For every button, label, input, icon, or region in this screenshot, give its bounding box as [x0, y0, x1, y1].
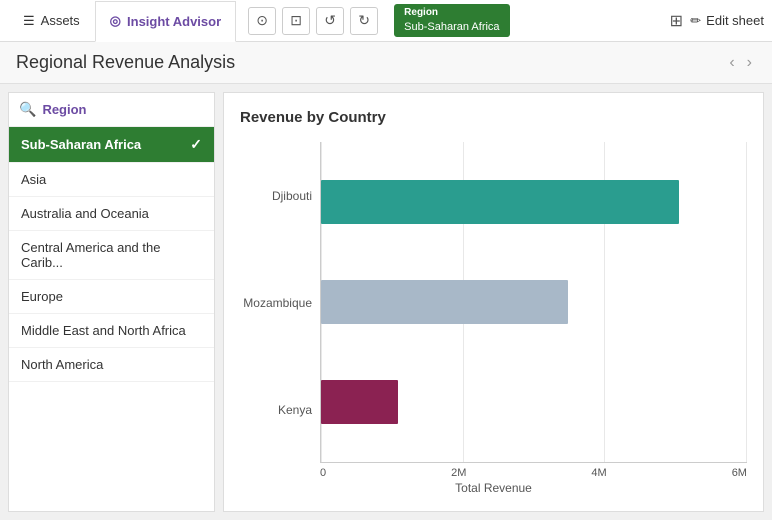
top-nav: ☰ Assets ◎ Insight Advisor ⊙ ⊡ ↺ ↻ Regio…: [0, 0, 772, 42]
sidebar-item-middle-east[interactable]: Middle East and North Africa: [9, 314, 214, 348]
page-title-bar: Regional Revenue Analysis ‹ ›: [0, 42, 772, 84]
x-axis-labels: 0 2M 4M 6M: [320, 467, 747, 479]
main-content: 🔍 Region Sub-Saharan Africa ✓ Asia Austr…: [0, 84, 772, 520]
bar-mozambique: [321, 280, 568, 324]
sidebar-item-label: Asia: [21, 172, 46, 187]
bars-wrapper: [321, 142, 747, 462]
region-badge: Region Sub-Saharan Africa: [394, 4, 509, 37]
prev-page-button[interactable]: ‹: [725, 54, 738, 72]
sidebar-item-label: Australia and Oceania: [21, 206, 149, 221]
bar-row-mozambique: [321, 276, 747, 328]
edit-icon: ✏: [690, 13, 701, 29]
y-label-djibouti: Djibouti: [240, 189, 312, 203]
insight-advisor-label: Insight Advisor: [127, 14, 221, 29]
check-icon: ✓: [190, 136, 202, 153]
page-title: Regional Revenue Analysis: [16, 52, 235, 73]
undo-icon-btn[interactable]: ↺: [316, 7, 344, 35]
tab-assets[interactable]: ☰ Assets: [8, 0, 95, 41]
sidebar-item-australia[interactable]: Australia and Oceania: [9, 197, 214, 231]
sidebar-list: Sub-Saharan Africa ✓ Asia Australia and …: [9, 127, 214, 511]
bar-row-djibouti: [321, 176, 747, 228]
sidebar: 🔍 Region Sub-Saharan Africa ✓ Asia Austr…: [8, 92, 215, 512]
x-axis-title: Total Revenue: [240, 481, 747, 495]
insight-advisor-icon: ◎: [110, 13, 121, 29]
bars-area: [320, 142, 747, 463]
sidebar-item-label: Europe: [21, 289, 63, 304]
sidebar-item-label: Central America and the Carib...: [21, 240, 202, 270]
select-icon-btn[interactable]: ⊡: [282, 7, 310, 35]
sidebar-search: 🔍 Region: [9, 93, 214, 127]
x-label-2m: 2M: [451, 467, 466, 479]
sidebar-item-europe[interactable]: Europe: [9, 280, 214, 314]
grid-icon-btn[interactable]: ⊞: [662, 7, 690, 35]
region-badge-label: Region: [404, 6, 499, 20]
sidebar-item-central-america[interactable]: Central America and the Carib...: [9, 231, 214, 280]
assets-label: Assets: [41, 13, 80, 28]
sidebar-item-label: Sub-Saharan Africa: [21, 137, 141, 152]
search-icon: 🔍: [19, 101, 36, 118]
next-page-button[interactable]: ›: [743, 54, 756, 72]
tab-insight-advisor[interactable]: ◎ Insight Advisor: [95, 1, 236, 42]
x-label-0: 0: [320, 467, 326, 479]
page-nav-arrows: ‹ ›: [725, 54, 756, 72]
sidebar-item-label: North America: [21, 357, 103, 372]
redo-icon-btn[interactable]: ↻: [350, 7, 378, 35]
bar-row-kenya: [321, 376, 747, 428]
chart-body: Djibouti Mozambique Kenya: [240, 142, 747, 463]
chart-area: Revenue by Country Djibouti Mozambique K…: [223, 92, 764, 512]
x-label-4m: 4M: [591, 467, 606, 479]
edit-sheet-button[interactable]: ✏ Edit sheet: [690, 13, 764, 29]
x-label-6m: 6M: [732, 467, 747, 479]
chart-title: Revenue by Country: [240, 109, 747, 126]
sidebar-item-asia[interactable]: Asia: [9, 163, 214, 197]
y-label-mozambique: Mozambique: [240, 296, 312, 310]
x-axis-area: 0 2M 4M 6M: [240, 467, 747, 479]
bar-kenya: [321, 380, 398, 424]
sidebar-item-label: Middle East and North Africa: [21, 323, 186, 338]
y-axis-labels: Djibouti Mozambique Kenya: [240, 142, 320, 463]
region-badge-value: Sub-Saharan Africa: [404, 20, 499, 35]
zoom-icon-btn[interactable]: ⊙: [248, 7, 276, 35]
sidebar-item-north-america[interactable]: North America: [9, 348, 214, 382]
nav-toolbar-icons: ⊙ ⊡ ↺ ↻: [248, 7, 378, 35]
assets-icon: ☰: [23, 13, 35, 29]
edit-sheet-label: Edit sheet: [706, 13, 764, 28]
sidebar-search-label: Region: [42, 102, 86, 117]
sidebar-item-sub-saharan-africa[interactable]: Sub-Saharan Africa ✓: [9, 127, 214, 163]
bar-djibouti: [321, 180, 679, 224]
y-label-kenya: Kenya: [240, 403, 312, 417]
chart-container: Djibouti Mozambique Kenya: [240, 142, 747, 495]
